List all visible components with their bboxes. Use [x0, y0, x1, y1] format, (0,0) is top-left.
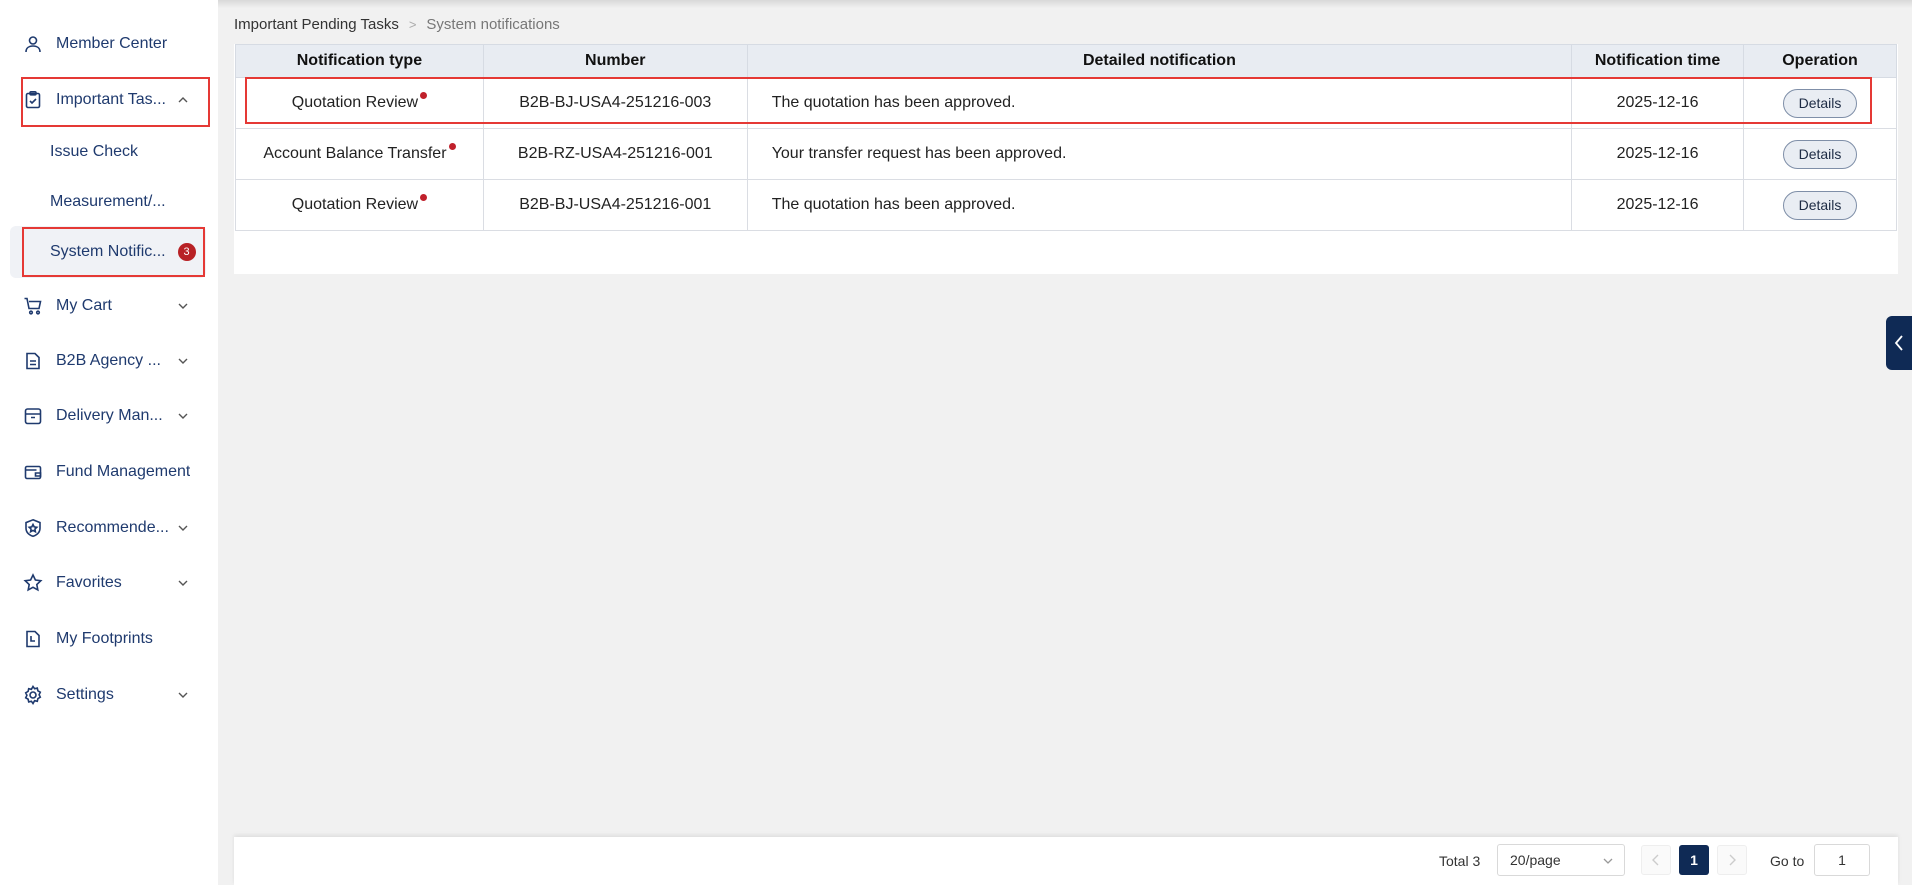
cell-number: B2B-BJ-USA4-251216-001: [482, 179, 748, 231]
notifications-panel: Notification type Number Detailed notifi…: [234, 44, 1898, 274]
notifications-table: Notification type Number Detailed notifi…: [235, 44, 1897, 231]
notification-type-text: Account Balance Transfer: [263, 145, 447, 162]
chevron-left-icon: [1652, 854, 1659, 866]
next-page-button[interactable]: [1717, 845, 1747, 875]
sidebar-item-label: Member Center: [56, 35, 168, 52]
page-button-current[interactable]: 1: [1679, 845, 1709, 875]
document-icon: [22, 350, 44, 372]
sidebar-item-recommended[interactable]: Recommende...: [22, 508, 202, 548]
sidebar-item-favorites[interactable]: Favorites: [22, 563, 202, 603]
column-header-detailed-notification: Detailed notification: [746, 44, 1573, 78]
sidebar-item-label: Delivery Man...: [56, 407, 163, 424]
column-header-notification-time: Notification time: [1571, 44, 1745, 78]
sidebar-item-fund-management[interactable]: Fund Management: [22, 452, 202, 492]
chevron-left-icon: [1894, 335, 1903, 351]
notification-count-badge: 3: [177, 243, 196, 261]
sidebar-subitem-measurement[interactable]: Measurement/...: [50, 184, 200, 220]
cell-time: 2025-12-16: [1571, 128, 1745, 180]
sidebar-item-member-center[interactable]: Member Center: [22, 24, 202, 64]
chevron-down-icon: [178, 303, 188, 309]
gear-icon: [22, 684, 44, 706]
table-row[interactable]: Quotation Review B2B-BJ-USA4-251216-003 …: [235, 77, 1897, 129]
chevron-right-icon: [1729, 854, 1736, 866]
top-shadow: [0, 0, 1912, 8]
sidebar: Member Center Important Tas... Issue Che…: [0, 0, 218, 885]
sidebar-subitem-label: System Notific...: [50, 243, 166, 260]
cell-number: B2B-RZ-USA4-251216-001: [482, 128, 748, 180]
chevron-down-icon: [178, 580, 188, 586]
cell-detail: Your transfer request has been approved.: [746, 128, 1573, 180]
sidebar-item-label: B2B Agency ...: [56, 352, 161, 369]
clipboard-check-icon: [22, 89, 44, 111]
breadcrumb: Important Pending Tasks > System notific…: [234, 16, 560, 33]
cell-time: 2025-12-16: [1571, 77, 1745, 129]
unread-dot-icon: [448, 143, 456, 150]
sidebar-item-delivery-management[interactable]: Delivery Man...: [22, 396, 202, 436]
sidebar-subitem-issue-check[interactable]: Issue Check: [50, 134, 200, 170]
sidebar-item-my-footprints[interactable]: My Footprints: [22, 619, 202, 659]
sidebar-item-label: Recommende...: [56, 519, 169, 536]
page-size-select[interactable]: 20/page: [1497, 844, 1625, 876]
cart-icon: [22, 295, 44, 317]
sidebar-item-my-cart[interactable]: My Cart: [22, 286, 202, 326]
sidebar-item-label: My Cart: [56, 297, 112, 314]
sidebar-item-label: Settings: [56, 686, 114, 703]
table-row[interactable]: Account Balance Transfer B2B-RZ-USA4-251…: [235, 128, 1897, 180]
breadcrumb-parent[interactable]: Important Pending Tasks: [234, 16, 399, 33]
star-icon: [22, 572, 44, 594]
cell-operation: Details: [1743, 77, 1897, 129]
prev-page-button[interactable]: [1641, 845, 1671, 875]
column-header-operation: Operation: [1743, 44, 1897, 78]
sidebar-item-settings[interactable]: Settings: [22, 675, 202, 715]
cell-time: 2025-12-16: [1571, 179, 1745, 231]
shield-star-icon: [22, 517, 44, 539]
sidebar-item-label: Fund Management: [56, 463, 191, 480]
page-size-value: 20/page: [1510, 852, 1561, 868]
sidebar-item-important-tasks[interactable]: Important Tas...: [22, 80, 202, 120]
cell-number: B2B-BJ-USA4-251216-003: [482, 77, 748, 129]
goto-page-input[interactable]: [1814, 844, 1870, 876]
table-header-row: Notification type Number Detailed notifi…: [235, 44, 1897, 78]
total-count: Total 3: [1439, 853, 1481, 869]
chevron-down-icon: [1603, 858, 1613, 864]
footprint-icon: [22, 628, 44, 650]
goto-label: Go to: [1770, 853, 1805, 869]
cell-type: Account Balance Transfer: [235, 128, 484, 180]
chevron-up-icon: [178, 97, 188, 103]
sidebar-subitem-label: Measurement/...: [50, 193, 166, 210]
sidebar-subitem-system-notifications[interactable]: System Notific... 3: [50, 234, 200, 270]
details-button[interactable]: Details: [1783, 190, 1857, 220]
notification-type-text: Quotation Review: [291, 196, 419, 213]
box-icon: [22, 405, 44, 427]
pagination-bar: Total 3 20/page 1 Go to: [234, 837, 1898, 885]
column-header-notification-type: Notification type: [235, 44, 484, 78]
chevron-down-icon: [178, 525, 188, 531]
panel-collapse-toggle[interactable]: [1886, 316, 1912, 370]
details-button[interactable]: Details: [1783, 88, 1857, 118]
unread-dot-icon: [420, 194, 428, 201]
cell-detail: The quotation has been approved.: [746, 77, 1573, 129]
chevron-down-icon: [178, 413, 188, 419]
sidebar-item-b2b-agency[interactable]: B2B Agency ...: [22, 341, 202, 381]
breadcrumb-current: System notifications: [426, 16, 560, 33]
cell-operation: Details: [1743, 128, 1897, 180]
unread-dot-icon: [420, 92, 428, 99]
sidebar-item-label: Favorites: [56, 574, 122, 591]
details-button[interactable]: Details: [1783, 139, 1857, 169]
column-header-number: Number: [482, 44, 748, 78]
sidebar-item-label: Important Tas...: [56, 91, 166, 108]
cell-operation: Details: [1743, 179, 1897, 231]
chevron-down-icon: [178, 692, 188, 698]
sidebar-subitem-label: Issue Check: [50, 143, 139, 160]
cell-detail: The quotation has been approved.: [746, 179, 1573, 231]
cell-type: Quotation Review: [235, 179, 484, 231]
sidebar-item-label: My Footprints: [56, 630, 153, 647]
notification-type-text: Quotation Review: [291, 94, 419, 111]
chevron-down-icon: [178, 358, 188, 364]
wallet-icon: [22, 461, 44, 483]
table-row[interactable]: Quotation Review B2B-BJ-USA4-251216-001 …: [235, 179, 1897, 231]
cell-type: Quotation Review: [235, 77, 484, 129]
breadcrumb-separator-icon: >: [408, 17, 417, 32]
user-icon: [22, 33, 44, 55]
